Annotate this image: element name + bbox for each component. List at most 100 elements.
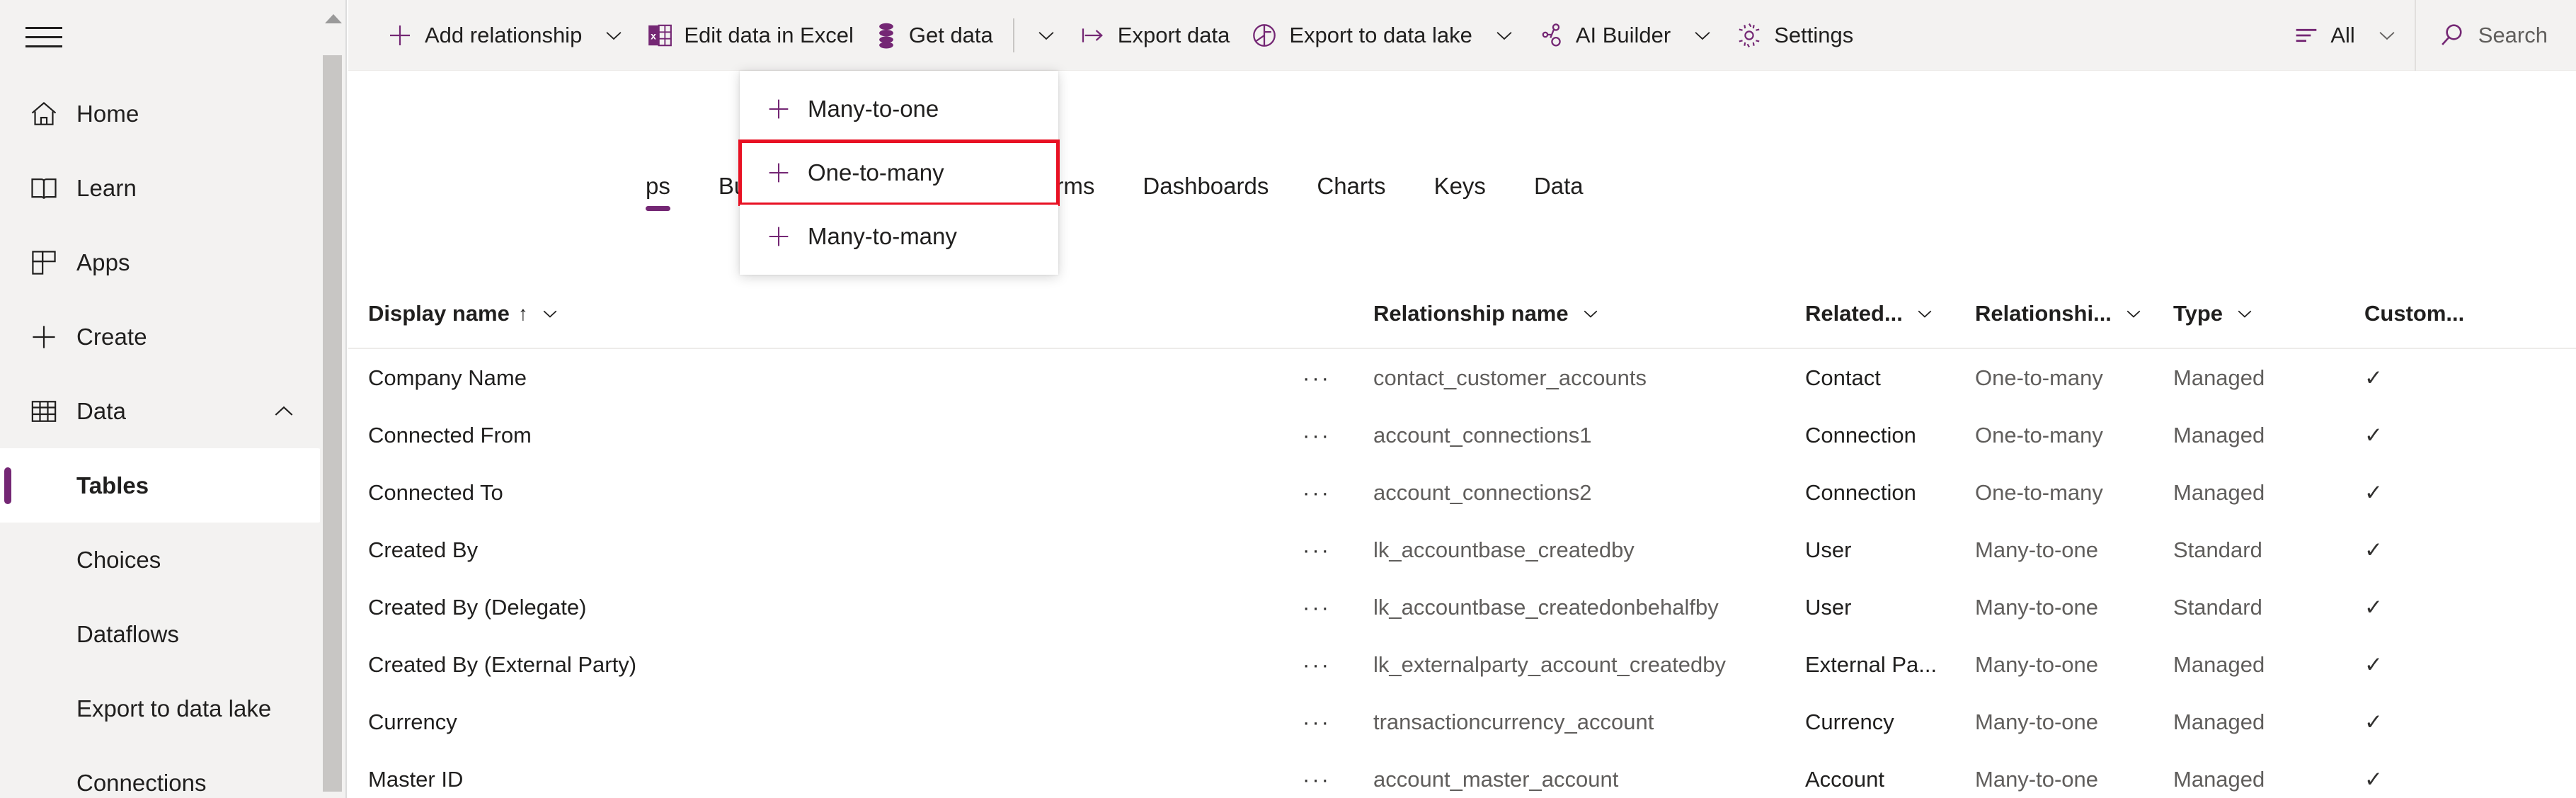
- cell-related: Connection: [1805, 479, 1916, 505]
- sidebar-item-data[interactable]: Data: [0, 374, 322, 448]
- cell-ellipsis[interactable]: ···: [1303, 423, 1373, 448]
- sidebar-item-label: Data: [76, 397, 127, 424]
- sidebar-item-apps[interactable]: Apps: [0, 225, 322, 300]
- cell-display-name: Company Name: [368, 365, 527, 390]
- table-row[interactable]: Created By (Delegate) ··· lk_accountbase_c…: [348, 578, 2576, 636]
- cell-type: Managed: [2173, 365, 2265, 390]
- tab-keys[interactable]: Keys: [1434, 163, 1486, 200]
- table-row[interactable]: Connected From ··· account_connections1 Con…: [348, 406, 2576, 464]
- hamburger-menu-icon[interactable]: [18, 16, 69, 58]
- menu-item-label: Many-to-many: [808, 223, 957, 249]
- ai-builder-label: AI Builder: [1575, 22, 1671, 47]
- cell-relationship-name: account_master_account: [1373, 766, 1619, 792]
- search-icon: [2437, 21, 2467, 50]
- column-header-display-name[interactable]: Display name ↑: [368, 301, 1303, 326]
- chevron-down-icon[interactable]: [2234, 303, 2255, 324]
- column-header-customizable[interactable]: Custom...: [2364, 301, 2492, 326]
- cell-relationship-name: lk_accountbase_createdonbehalfby: [1373, 594, 1719, 620]
- sidebar-item-export-to-data-lake[interactable]: Export to data lake: [0, 671, 322, 746]
- table-row[interactable]: Master ID ··· account_master_account Accoun…: [348, 751, 2576, 798]
- cell-ellipsis[interactable]: ···: [1303, 537, 1373, 563]
- settings-button[interactable]: Settings: [1724, 0, 1863, 71]
- cell-customizable: ✓: [2364, 422, 2383, 448]
- column-header-label: Display name: [368, 301, 510, 326]
- export-to-data-lake-label: Export to data lake: [1289, 22, 1472, 47]
- export-to-data-lake-caret-icon[interactable]: [1482, 0, 1526, 71]
- pie-export-icon: [1249, 21, 1279, 50]
- column-header-related[interactable]: Related...: [1805, 301, 1975, 326]
- add-relationship-caret-icon[interactable]: [592, 0, 636, 71]
- ai-builder-icon: [1536, 21, 1566, 50]
- export-arrow-icon: [1078, 21, 1108, 50]
- tab-dashboards[interactable]: Dashboards: [1143, 163, 1269, 200]
- filter-all-caret-icon[interactable]: [2365, 0, 2409, 71]
- cell-customizable: ✓: [2364, 594, 2383, 620]
- relationships-grid: Display name ↑ Relationship name Related…: [348, 280, 2576, 798]
- table-row[interactable]: Currency ··· transactioncurrency_account Cu…: [348, 693, 2576, 751]
- column-header-label: Custom...: [2364, 301, 2465, 326]
- chevron-down-icon[interactable]: [539, 303, 561, 324]
- column-header-relationship-name[interactable]: Relationship name: [1373, 301, 1805, 326]
- column-header-type[interactable]: Type: [2173, 301, 2364, 326]
- sidebar-item-create[interactable]: Create: [0, 300, 322, 374]
- tab-charts[interactable]: Charts: [1317, 163, 1385, 200]
- plus-icon: [760, 222, 798, 251]
- ai-builder-button[interactable]: AI Builder: [1526, 0, 1681, 71]
- chevron-down-icon[interactable]: [1914, 303, 1935, 324]
- cell-ellipsis[interactable]: ···: [1303, 767, 1373, 792]
- sidebar-item-choices[interactable]: Choices: [0, 523, 322, 597]
- sidebar-scrollbar[interactable]: [320, 0, 347, 798]
- get-data-button[interactable]: Get data: [864, 0, 1003, 71]
- cell-relationship-type: One-to-many: [1975, 422, 2103, 448]
- cell-relationship-type: Many-to-one: [1975, 766, 2099, 792]
- table-row[interactable]: Company Name ··· contact_customer_accounts…: [348, 349, 2576, 406]
- chevron-down-icon[interactable]: [2123, 303, 2144, 324]
- tab-data[interactable]: Data: [1534, 163, 1584, 200]
- menu-item-one-to-many[interactable]: One-to-many: [738, 139, 1060, 206]
- scroll-up-arrow-icon[interactable]: [325, 14, 342, 23]
- edit-data-in-excel-button[interactable]: x Edit data in Excel: [636, 0, 864, 71]
- cell-related: User: [1805, 594, 1852, 620]
- plus-icon: [760, 159, 798, 187]
- sidebar-subitem-label: Choices: [76, 546, 161, 573]
- cell-display-name: Connected To: [368, 479, 503, 505]
- tab-relationships[interactable]: ps: [646, 163, 670, 211]
- menu-item-many-to-many[interactable]: Many-to-many: [740, 205, 1058, 268]
- command-bar-right-divider: [2414, 0, 2416, 71]
- sidebar-nav-list: Home Learn Apps Create Data Tables Choic…: [0, 76, 322, 798]
- cell-display-name: Connected From: [368, 422, 532, 448]
- cell-ellipsis[interactable]: ···: [1303, 709, 1373, 735]
- sidebar-item-home[interactable]: Home: [0, 76, 322, 151]
- hamburger-line: [25, 26, 62, 29]
- cell-related: Connection: [1805, 422, 1916, 448]
- table-row[interactable]: Connected To ··· account_connections2 Conne…: [348, 464, 2576, 521]
- tab-label: Data: [1533, 173, 1584, 199]
- scrollbar-thumb[interactable]: [323, 55, 342, 792]
- export-data-button[interactable]: Export data: [1068, 0, 1240, 71]
- search-button[interactable]: Search: [2427, 0, 2576, 71]
- cell-related: Currency: [1805, 709, 1894, 734]
- cell-relationship-name: transactioncurrency_account: [1373, 709, 1654, 734]
- chevron-down-icon[interactable]: [1580, 303, 1601, 324]
- cell-ellipsis[interactable]: ···: [1303, 595, 1373, 620]
- export-to-data-lake-button[interactable]: Export to data lake: [1240, 0, 1482, 71]
- add-relationship-button[interactable]: Add relationship: [375, 0, 592, 71]
- column-header-relationship-type[interactable]: Relationshi...: [1975, 301, 2173, 326]
- menu-item-many-to-one[interactable]: Many-to-one: [740, 77, 1058, 141]
- gear-icon: [1734, 21, 1764, 50]
- cell-ellipsis[interactable]: ···: [1303, 652, 1373, 678]
- sidebar-item-connections[interactable]: Connections: [0, 746, 322, 798]
- sidebar-item-learn[interactable]: Learn: [0, 151, 322, 225]
- filter-all-button[interactable]: All: [2282, 0, 2364, 71]
- ai-builder-caret-icon[interactable]: [1681, 0, 1724, 71]
- table-row[interactable]: Created By (External Party) ··· lk_externa…: [348, 636, 2576, 693]
- cell-related: User: [1805, 537, 1852, 562]
- sidebar-item-tables[interactable]: Tables: [0, 448, 322, 523]
- chevron-up-icon[interactable]: [270, 397, 298, 426]
- table-row[interactable]: Created By ··· lk_accountbase_createdby Use…: [348, 521, 2576, 578]
- cell-ellipsis[interactable]: ···: [1303, 365, 1373, 391]
- cell-relationship-type: One-to-many: [1975, 479, 2103, 505]
- sidebar-item-dataflows[interactable]: Dataflows: [0, 597, 322, 671]
- get-data-caret-icon[interactable]: [1024, 0, 1068, 71]
- cell-ellipsis[interactable]: ···: [1303, 480, 1373, 506]
